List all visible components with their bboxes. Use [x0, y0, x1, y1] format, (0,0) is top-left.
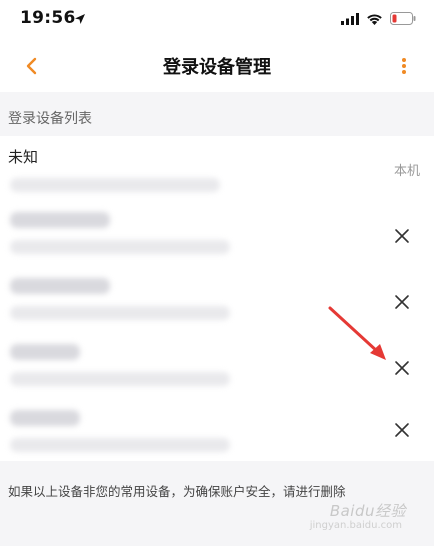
- remove-device-button[interactable]: [394, 228, 410, 244]
- baidu-watermark-url: jingyan.baidu.com: [309, 520, 402, 531]
- redacted-device-name: [10, 212, 110, 228]
- status-bar: 19:56: [0, 0, 434, 40]
- redacted-device-info: [10, 372, 230, 386]
- battery-low-icon: [390, 10, 416, 29]
- navbar: 登录设备管理: [0, 40, 434, 92]
- this-device-badge: 本机: [393, 164, 420, 179]
- device-row-current: 未知 本机: [0, 136, 434, 202]
- signal-icon: [341, 10, 359, 29]
- redacted-device-name: [10, 278, 110, 294]
- close-icon: [395, 295, 409, 309]
- remove-device-button[interactable]: [394, 294, 410, 310]
- red-arrow-icon: [328, 306, 386, 360]
- location-arrow-icon: [74, 10, 86, 29]
- more-button[interactable]: [398, 54, 410, 78]
- device-list: 未知 本机: [0, 136, 434, 461]
- page-title: 登录设备管理: [163, 57, 271, 78]
- redacted-device-info: [10, 178, 220, 192]
- remove-device-button[interactable]: [394, 422, 410, 438]
- redacted-device-name: [10, 344, 80, 360]
- more-vertical-icon: [402, 58, 406, 74]
- redacted-device-info: [10, 240, 230, 254]
- section-header: 登录设备列表: [8, 111, 92, 127]
- device-row: [0, 202, 434, 268]
- close-icon: [395, 423, 409, 437]
- remove-device-button[interactable]: [394, 360, 410, 376]
- redacted-device-name: [10, 410, 80, 426]
- close-icon: [395, 361, 409, 375]
- baidu-watermark: Baidu经验: [329, 502, 406, 520]
- redacted-device-info: [10, 438, 230, 452]
- close-icon: [395, 229, 409, 243]
- wifi-icon: [366, 10, 383, 29]
- status-time: 19:56: [20, 8, 76, 28]
- device-name: 未知: [8, 148, 39, 166]
- status-icons: [341, 10, 416, 29]
- footer-note: 如果以上设备非您的常用设备，为确保账户安全，请进行删除: [8, 484, 346, 499]
- redacted-device-info: [10, 306, 230, 320]
- device-row: [0, 400, 434, 466]
